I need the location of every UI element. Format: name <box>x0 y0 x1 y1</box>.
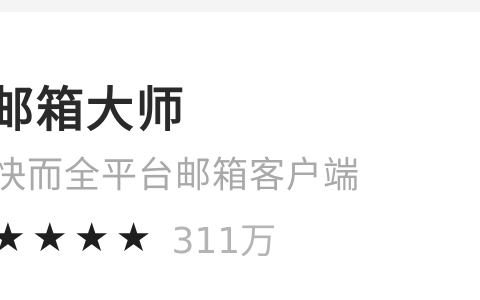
app-description: 快而全平台邮箱客户端 <box>0 155 361 196</box>
star-icon: ★ <box>31 215 68 261</box>
top-divider <box>0 0 480 12</box>
star-icon: ★ <box>115 215 152 261</box>
download-count: 311万 <box>171 221 277 262</box>
rating-row: ★ ★ ★ ★ 311万 <box>0 208 276 268</box>
app-title: 邮箱大师 <box>0 82 187 138</box>
star-icon: ★ <box>73 215 110 261</box>
app-list-item[interactable]: 邮箱大师 快而全平台邮箱客户端 ★ ★ ★ ★ 311万 <box>0 12 480 300</box>
star-icon: ★ <box>0 215 26 261</box>
